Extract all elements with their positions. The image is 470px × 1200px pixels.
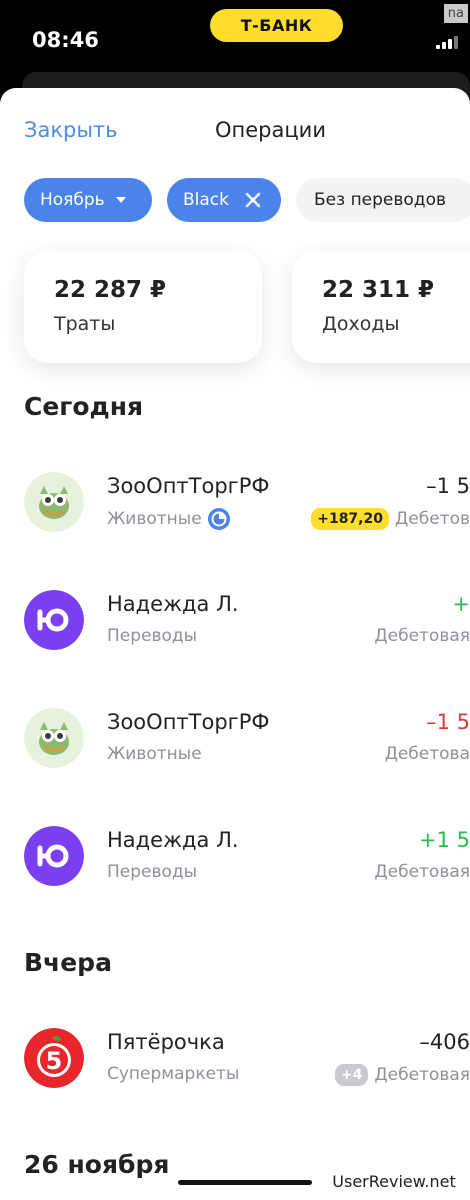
operation-row[interactable]: ЗооОптТоргРФ Животные –1 5 +187,20 Дебет… bbox=[0, 462, 470, 542]
operation-row[interactable]: ЗооОптТоргРФ Животные –1 5 Дебетова bbox=[0, 698, 470, 778]
operation-category-label: Супермаркеты bbox=[107, 1064, 240, 1084]
month-filter-label: Ноябрь bbox=[40, 190, 105, 210]
operation-account: +4 Дебетовая bbox=[334, 1064, 470, 1086]
operation-account-label: Дебетовая bbox=[374, 1065, 470, 1085]
yoomoney-logo-icon bbox=[24, 826, 84, 886]
pending-clock-icon bbox=[207, 508, 230, 530]
operation-name: Надежда Л. bbox=[107, 828, 239, 852]
operation-name: ЗооОптТоргРФ bbox=[107, 474, 270, 498]
operation-account-label: Дебетовая bbox=[374, 862, 470, 882]
operation-category-label: Животные bbox=[107, 509, 202, 529]
operation-name: ЗооОптТоргРФ bbox=[107, 710, 270, 734]
operation-row[interactable]: 5 Пятёрочка Супермаркеты –406 +4 Дебетов… bbox=[0, 1018, 470, 1098]
transfers-filter-label: Без переводов bbox=[314, 190, 446, 210]
operations-sheet: Закрыть Операции Ноябрь Black Без перево… bbox=[0, 88, 470, 1200]
operation-category: Переводы bbox=[107, 862, 197, 882]
card-filter-label: Black bbox=[183, 190, 229, 210]
status-time: 08:46 bbox=[32, 28, 99, 52]
operation-amount: +1 5 bbox=[419, 828, 470, 852]
caret-down-icon bbox=[115, 197, 126, 203]
operation-amount: –1 5 bbox=[426, 474, 470, 498]
operation-category: Животные bbox=[107, 508, 230, 530]
spending-label: Траты bbox=[54, 313, 116, 335]
operation-account: +187,20 Дебетов bbox=[311, 508, 470, 530]
operation-amount: + bbox=[452, 592, 470, 616]
carrier-label: na bbox=[443, 4, 468, 23]
operation-name: Пятёрочка bbox=[107, 1030, 225, 1054]
operation-category-label: Животные bbox=[107, 744, 202, 764]
watermark: UserReview.net bbox=[318, 1166, 470, 1196]
operation-category: Животные bbox=[107, 744, 202, 764]
svg-text:5: 5 bbox=[46, 1047, 63, 1075]
operation-category: Переводы bbox=[107, 626, 197, 646]
card-filter-chip[interactable]: Black bbox=[167, 178, 281, 222]
page-title: Операции bbox=[215, 118, 326, 142]
zoo-shop-logo-icon bbox=[24, 472, 84, 532]
income-label: Доходы bbox=[322, 313, 400, 335]
pyaterochka-logo-icon: 5 bbox=[24, 1028, 84, 1088]
operation-account: Дебетовая bbox=[374, 862, 470, 882]
signal-icon bbox=[436, 36, 458, 49]
zoo-shop-logo-icon bbox=[24, 708, 84, 768]
transfers-filter-chip[interactable]: Без переводов bbox=[296, 178, 470, 222]
operation-account-label: Дебетовая bbox=[374, 626, 470, 646]
operation-row[interactable]: Надежда Л. Переводы +1 5 Дебетовая bbox=[0, 816, 470, 896]
operation-account-label: Дебетова bbox=[384, 744, 470, 764]
operation-category-label: Переводы bbox=[107, 626, 198, 646]
operation-amount: –1 5 bbox=[426, 710, 470, 734]
spending-summary-card[interactable]: 22 287 ₽ Траты bbox=[24, 251, 262, 363]
bonus-badge: +4 bbox=[334, 1064, 369, 1086]
yoomoney-logo-icon bbox=[24, 590, 84, 650]
section-title-yesterday: Вчера bbox=[24, 948, 112, 977]
operation-account-label: Дебетов bbox=[394, 509, 470, 529]
operation-account: Дебетова bbox=[385, 744, 470, 764]
close-icon[interactable] bbox=[245, 192, 261, 208]
month-filter-chip[interactable]: Ноябрь bbox=[24, 178, 152, 222]
spending-amount: 22 287 ₽ bbox=[54, 277, 167, 303]
operation-account: Дебетовая bbox=[374, 626, 470, 646]
cashback-badge: +187,20 bbox=[311, 508, 389, 530]
operation-category: Супермаркеты bbox=[107, 1064, 239, 1084]
operation-name: Надежда Л. bbox=[107, 592, 239, 616]
income-summary-card[interactable]: 22 311 ₽ Доходы bbox=[292, 251, 470, 363]
bank-pill[interactable]: Т-БАНК bbox=[210, 9, 343, 42]
status-bar: 08:46 Т-БАНК na bbox=[0, 0, 470, 75]
income-amount: 22 311 ₽ bbox=[322, 277, 435, 303]
close-button[interactable]: Закрыть bbox=[24, 118, 118, 142]
section-title-today: Сегодня bbox=[24, 392, 144, 421]
operation-category-label: Переводы bbox=[107, 862, 198, 882]
operation-row[interactable]: Надежда Л. Переводы + Дебетовая bbox=[0, 580, 470, 660]
home-indicator[interactable] bbox=[178, 1180, 312, 1185]
section-title-nov26: 26 ноября bbox=[24, 1150, 170, 1179]
operation-amount: –406 bbox=[419, 1030, 470, 1054]
